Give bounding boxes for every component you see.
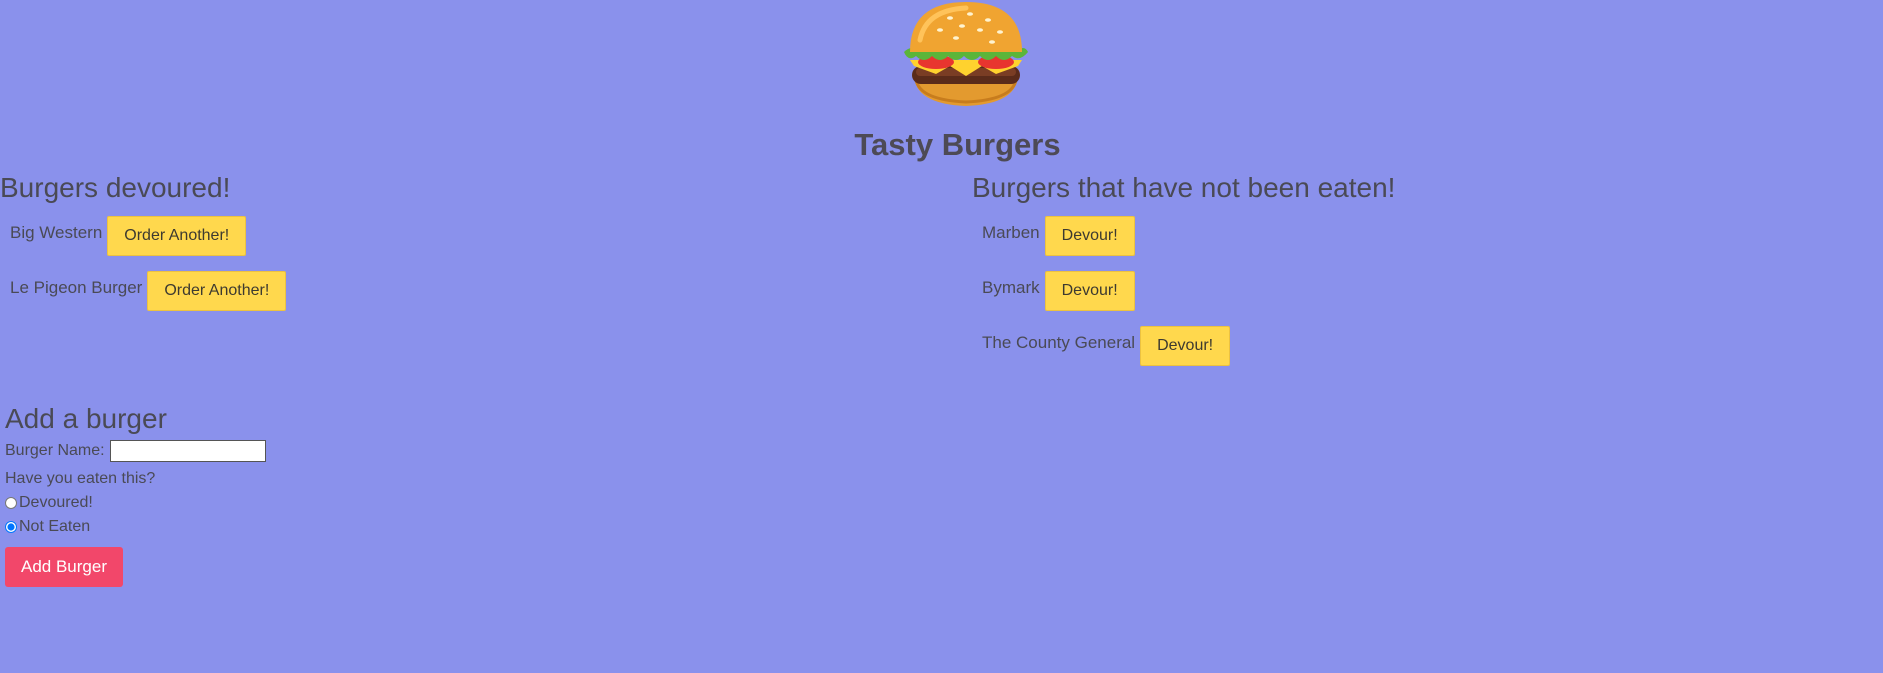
devoured-heading: Burgers devoured!: [0, 172, 231, 203]
devoured-radio-label[interactable]: Devoured!: [19, 491, 93, 515]
devour-button[interactable]: Devour!: [1044, 271, 1135, 311]
add-burger-button[interactable]: Add Burger: [5, 547, 123, 587]
not-eaten-heading: Burgers that have not been eaten!: [972, 172, 1396, 203]
list-item: Le Pigeon Burger Order Another!: [10, 271, 287, 326]
not-eaten-option-row: Not Eaten: [5, 515, 266, 539]
burger-name: Bymark: [982, 278, 1040, 297]
burger-name: Le Pigeon Burger: [10, 278, 143, 297]
devoured-radio[interactable]: [5, 497, 17, 509]
list-item: The County General Devour!: [982, 326, 1395, 381]
add-burger-form: Add a burger Burger Name: Have you eaten…: [5, 403, 266, 587]
devoured-column: Burgers devoured! Big Western Order Anot…: [0, 172, 287, 326]
eaten-question: Have you eaten this?: [5, 470, 156, 487]
burger-logo-icon: [900, 0, 1032, 108]
devoured-option-row: Devoured!: [5, 491, 266, 515]
list-item: Big Western Order Another!: [10, 216, 286, 271]
burger-name-input[interactable]: [109, 440, 266, 462]
burger-name: Marben: [982, 223, 1040, 242]
devour-button[interactable]: Devour!: [1140, 326, 1231, 366]
not-eaten-radio-label[interactable]: Not Eaten: [19, 515, 90, 539]
order-another-button[interactable]: Order Another!: [147, 271, 287, 311]
burger-name: Big Western: [10, 223, 103, 242]
page-title: Tasty Burgers: [854, 127, 1061, 162]
burger-name-label: Burger Name:: [5, 442, 105, 459]
burger-name-row: Burger Name:: [5, 439, 266, 463]
burger-name: The County General: [982, 333, 1136, 352]
not-eaten-list: Marben Devour! Bymark Devour! The County…: [972, 216, 1395, 381]
not-eaten-column: Burgers that have not been eaten! Marben…: [972, 172, 1395, 381]
order-another-button[interactable]: Order Another!: [107, 216, 247, 256]
list-item: Bymark Devour!: [982, 271, 1395, 326]
not-eaten-radio[interactable]: [5, 521, 17, 533]
add-burger-heading: Add a burger: [5, 403, 167, 434]
devour-button[interactable]: Devour!: [1044, 216, 1135, 256]
list-item: Marben Devour!: [982, 216, 1395, 271]
devoured-list: Big Western Order Another! Le Pigeon Bur…: [0, 216, 287, 326]
